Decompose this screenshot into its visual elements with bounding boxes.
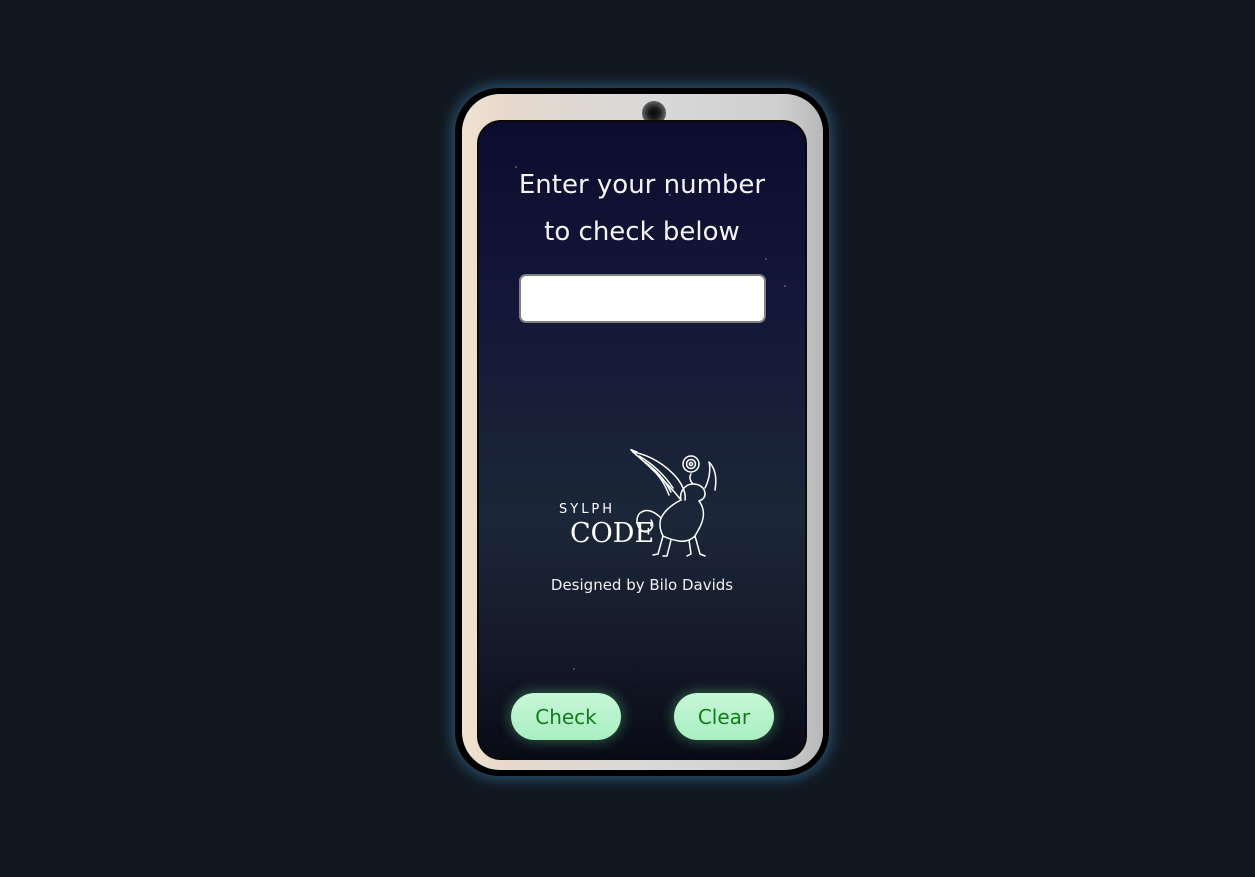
star-dot (784, 285, 786, 287)
designer-credit: Designed by Bilo Davids (550, 576, 734, 594)
phone-frame: Enter your number to check below SYLPH C… (455, 88, 829, 776)
prompt-heading: Enter your number to check below (479, 162, 805, 256)
prompt-line-1: Enter your number (518, 170, 766, 200)
check-button[interactable]: Check (511, 693, 621, 740)
prompt-line-2: to check below (544, 217, 740, 247)
number-input[interactable] (519, 274, 766, 323)
phone-screen: Enter your number to check below SYLPH C… (477, 120, 807, 760)
phone-body: Enter your number to check below SYLPH C… (462, 94, 823, 770)
logo-word-top: SYLPH (559, 502, 615, 517)
sylph-code-logo: SYLPH CODE (559, 448, 717, 557)
star-dot (573, 668, 575, 670)
clear-button[interactable]: Clear (674, 693, 774, 740)
logo-word-bottom: CODE (570, 518, 654, 549)
star-dot (765, 258, 767, 260)
